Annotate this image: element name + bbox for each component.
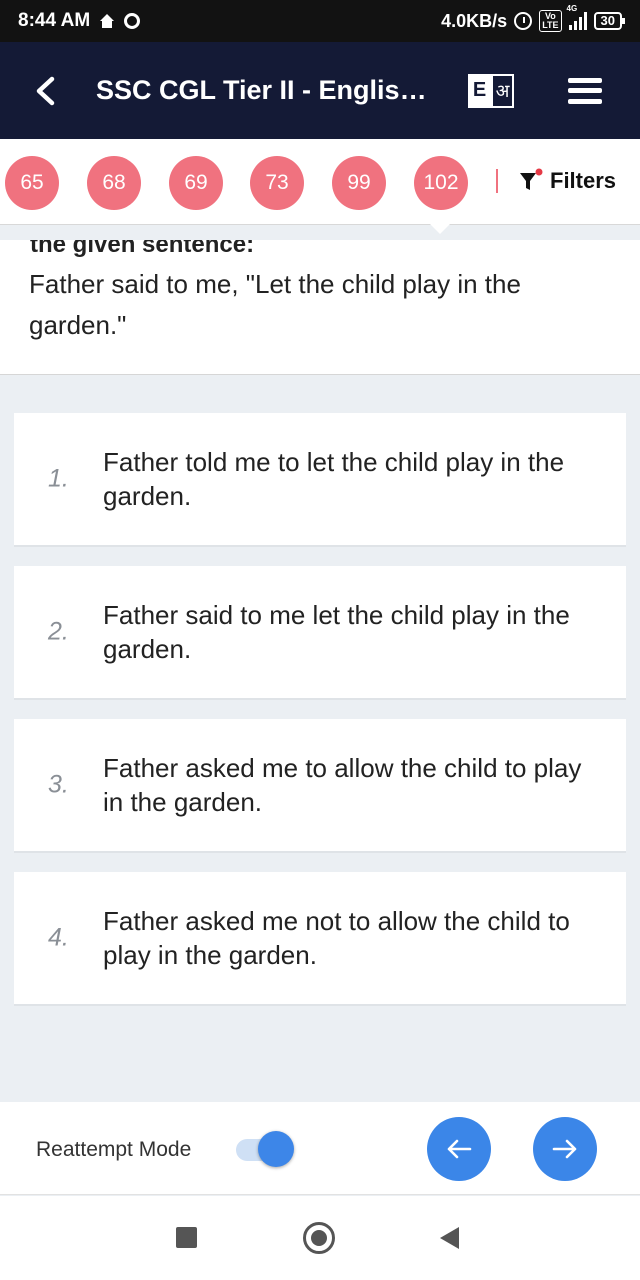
network-type: 4G [566,4,578,13]
page-title: SSC CGL Tier II - English... [96,75,436,105]
hamburger-menu-icon[interactable] [568,77,602,104]
question-number-button[interactable]: 69 [169,156,223,210]
option-text: Father asked me to allow the child to pl… [103,753,582,817]
option-text: Father told me to let the child play in … [103,447,565,511]
language-toggle-button[interactable]: E अ [468,73,514,108]
option-text: Father said to me let the child play in … [103,600,570,664]
app-header: SSC CGL Tier II - English... E अ [0,42,640,139]
network-speed: 4.0KB/s [441,10,508,31]
option-number: 1. [48,464,69,493]
bottom-bar: Reattempt Mode [0,1102,640,1195]
battery-icon: 30 [593,12,626,30]
reattempt-mode-toggle[interactable] [236,1131,296,1167]
system-navigation-bar [0,1196,640,1280]
question-number-button[interactable]: 68 [87,156,141,210]
reattempt-mode-label: Reattempt Mode [36,1138,192,1161]
toggle-knob [258,1131,294,1167]
back-button[interactable] [0,42,90,139]
clock: 8:44 AM [18,10,91,31]
arrow-right-icon [552,1139,577,1159]
system-back-icon[interactable] [440,1227,459,1249]
status-bar: 8:44 AM 4.0KB/s Vo LTE 4G 30 [0,0,640,42]
question-card: the given sentence: Father said to me, "… [0,240,640,375]
signal-icon: 4G [567,4,587,30]
question-prompt: the given sentence: [30,240,255,258]
language-english-label: E [468,73,491,108]
home-icon[interactable] [303,1222,335,1254]
question-number-button[interactable]: 65 [5,156,59,210]
alarm-icon [514,12,533,30]
option-4[interactable]: 4. Father asked me not to allow the chil… [14,872,626,1006]
volte-icon: Vo LTE [539,10,562,32]
filter-icon [520,168,543,190]
option-text: Father asked me not to allow the child t… [103,906,570,970]
arrow-left-icon [447,1139,472,1159]
question-text: Father said to me, "Let the child play i… [29,269,521,340]
home-notification-icon [100,14,115,28]
option-2[interactable]: 2. Father said to me let the child play … [14,566,626,700]
question-number-button[interactable]: 73 [250,156,304,210]
question-number-strip: 65 68 69 73 99 102 Filters [0,139,640,225]
question-number-button[interactable]: 99 [332,156,386,210]
strip-divider [496,169,498,193]
battery-level: 30 [600,13,615,28]
opera-notification-icon [124,13,141,29]
chevron-left-icon [36,76,55,105]
language-hindi-label: अ [491,73,514,108]
filters-label: Filters [550,168,617,193]
current-question-pointer [430,224,450,234]
option-number: 2. [48,617,69,646]
question-number-button[interactable]: 102 [414,156,468,210]
option-number: 4. [48,923,69,952]
option-number: 3. [48,770,69,799]
recents-icon[interactable] [176,1227,197,1248]
filters-button[interactable]: Filters [518,165,616,197]
option-3[interactable]: 3. Father asked me to allow the child to… [14,719,626,853]
option-1[interactable]: 1. Father told me to let the child play … [14,413,626,547]
next-question-button[interactable] [533,1117,597,1181]
previous-question-button[interactable] [427,1117,491,1181]
